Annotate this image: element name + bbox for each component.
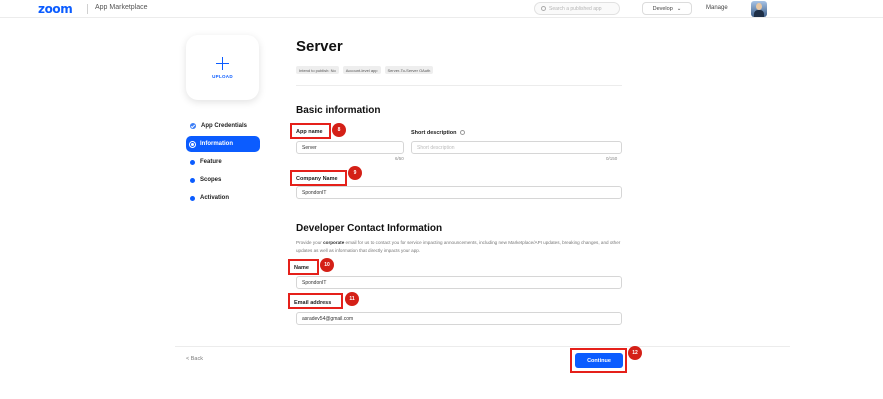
annotation-badge-11: 11 <box>345 292 359 306</box>
search-icon <box>541 6 546 11</box>
developer-contact-heading: Developer Contact Information <box>296 223 443 234</box>
step-dot-icon <box>190 195 195 201</box>
active-dot-icon <box>190 141 195 147</box>
desc-text-bold: corporate <box>323 240 345 245</box>
upload-label: UPLOAD <box>212 73 233 79</box>
email-address-input[interactable]: asradev54@gmail.com <box>296 312 622 325</box>
app-tags: Intend to publish: No Account-level app … <box>296 66 434 74</box>
plus-icon <box>216 56 229 70</box>
desc-text-start: Provide your <box>296 240 324 245</box>
annotation-box-10 <box>288 259 319 275</box>
annotation-box-9 <box>290 170 347 186</box>
footer-divider <box>175 346 790 347</box>
short-description-label: Short description <box>411 130 465 136</box>
step-dot-icon <box>190 159 195 165</box>
avatar[interactable] <box>751 1 767 17</box>
info-icon[interactable] <box>459 130 465 136</box>
company-name-input[interactable]: SpondonIT <box>296 186 622 199</box>
sidebar-item-app-credentials[interactable]: App Credentials <box>186 118 260 134</box>
search-input[interactable]: Search a published app <box>534 2 620 15</box>
top-bar: zoom App Marketplace Search a published … <box>0 0 883 18</box>
desc-text-end: email for us to contact you for service … <box>296 240 621 253</box>
name-input[interactable]: SpondonIT <box>296 276 622 289</box>
upload-button[interactable]: UPLOAD <box>186 35 259 100</box>
step-dot-icon <box>190 177 195 183</box>
develop-label: Develop <box>652 5 673 12</box>
header-divider <box>87 4 88 14</box>
annotation-badge-10: 10 <box>320 258 334 272</box>
annotation-box-11 <box>288 293 343 309</box>
back-link[interactable]: < Back <box>186 356 203 362</box>
continue-button[interactable]: Continue <box>575 353 623 368</box>
app-name-counter: 6/50 <box>395 156 404 161</box>
sidebar-item-information[interactable]: Information <box>186 136 260 152</box>
chevron-down-icon: ⌄ <box>676 5 682 12</box>
sidebar-item-feature[interactable]: Feature <box>186 154 260 170</box>
tag-account-level: Account-level app <box>342 66 381 74</box>
sidebar-item-label: Information <box>200 141 233 147</box>
page-title: Server <box>296 38 343 55</box>
tag-publish: Intend to publish: No <box>296 66 339 74</box>
short-description-input[interactable]: Short description <box>411 141 622 154</box>
developer-contact-description: Provide your corporate email for us to c… <box>296 239 626 255</box>
marketplace-title[interactable]: App Marketplace <box>95 4 148 11</box>
sidebar-item-scopes[interactable]: Scopes <box>186 172 260 188</box>
check-circle-icon <box>190 123 196 129</box>
sidebar-item-activation[interactable]: Activation <box>186 190 260 206</box>
sidebar-item-label: Feature <box>200 159 222 165</box>
short-description-label-text: Short description <box>411 130 457 136</box>
short-description-counter: 0/150 <box>606 156 618 161</box>
title-divider <box>296 85 622 86</box>
annotation-box-8 <box>290 123 331 139</box>
sidebar-item-label: Activation <box>200 195 230 201</box>
search-placeholder: Search a published app <box>549 5 602 12</box>
manage-link[interactable]: Manage <box>706 5 728 11</box>
basic-info-heading: Basic information <box>296 105 381 116</box>
sidebar-item-label: Scopes <box>200 177 222 183</box>
sidebar-nav: App Credentials Information Feature Scop… <box>186 118 260 208</box>
app-name-input[interactable]: Server <box>296 141 404 154</box>
tag-oauth-type: Server-To-Server OAuth <box>384 66 434 74</box>
sidebar-item-label: App Credentials <box>201 123 248 129</box>
develop-dropdown[interactable]: Develop ⌄ <box>642 2 692 15</box>
annotation-badge-8: 8 <box>332 123 346 137</box>
annotation-badge-12: 12 <box>628 346 642 360</box>
annotation-badge-9: 9 <box>348 166 362 180</box>
zoom-logo[interactable]: zoom <box>38 2 73 16</box>
